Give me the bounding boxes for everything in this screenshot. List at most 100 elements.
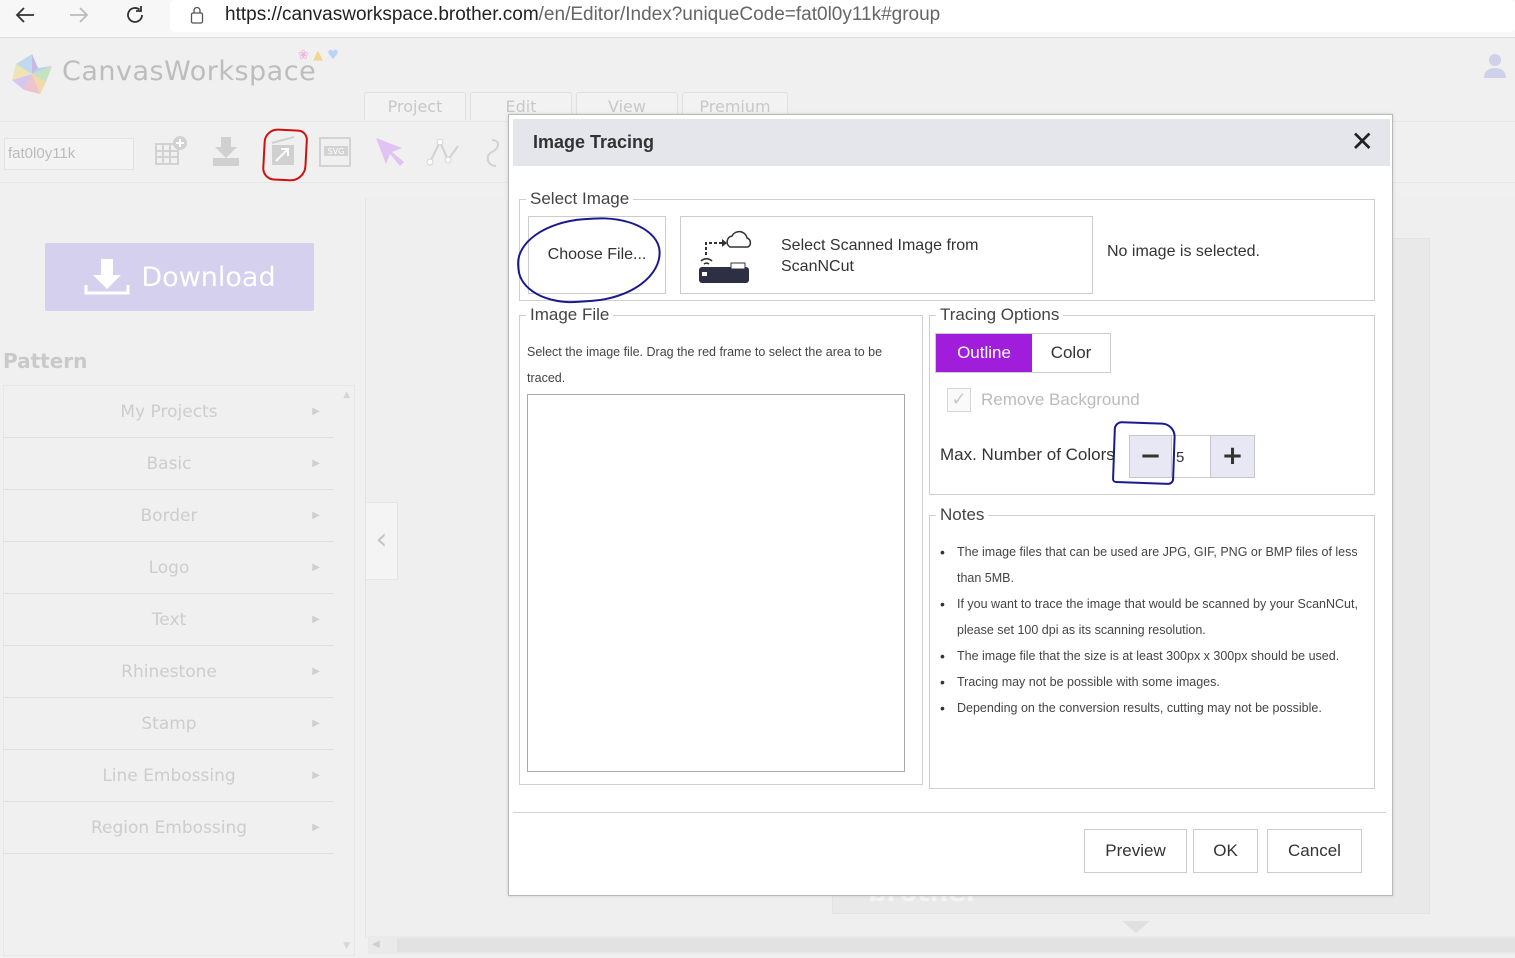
lock-icon: [190, 6, 204, 24]
notes-list: The image files that can be used are JPG…: [937, 539, 1367, 721]
note-item: Depending on the conversion results, cut…: [937, 695, 1367, 721]
browser-toolbar: https://canvasworkspace.brother.com/en/E…: [0, 0, 1515, 38]
canvasworkspace-logo-icon: [12, 54, 52, 94]
node-edit-icon[interactable]: [426, 134, 462, 170]
remove-background-label: Remove Background: [981, 390, 1140, 409]
cancel-button[interactable]: Cancel: [1267, 829, 1362, 873]
pattern-item-logo[interactable]: Logo ▶: [4, 542, 334, 594]
dialog-title: Image Tracing: [533, 132, 655, 152]
pattern-item-label: Rhinestone: [121, 662, 217, 682]
caret-right-icon: ▶: [312, 666, 320, 677]
tracing-options-legend: Tracing Options: [940, 305, 1060, 324]
user-account-icon[interactable]: [1482, 52, 1508, 78]
pattern-item-line-embossing[interactable]: Line Embossing ▶: [4, 750, 334, 802]
increment-colors-button[interactable]: +: [1210, 435, 1255, 478]
caret-right-icon: ▶: [312, 614, 320, 625]
image-preview-area[interactable]: [527, 394, 905, 772]
scroll-up-icon[interactable]: ▲: [343, 390, 350, 400]
notes-legend: Notes: [940, 505, 985, 524]
scroll-down-icon[interactable]: ▼: [343, 941, 350, 951]
caret-right-icon: ▶: [312, 406, 320, 417]
blue-annotation-box: [1111, 420, 1177, 486]
project-code-field[interactable]: fat0l0y11k: [4, 138, 134, 170]
address-bar[interactable]: https://canvasworkspace.brother.com/en/E…: [170, 0, 1515, 32]
mat-arrow-down-icon: [1122, 921, 1150, 933]
note-item: Tracing may not be possible with some im…: [937, 669, 1367, 695]
pattern-item-label: My Projects: [120, 402, 218, 422]
cake-icon: ▲: [313, 48, 324, 63]
pattern-item-stamp[interactable]: Stamp ▶: [4, 698, 334, 750]
arrow-left-icon: [15, 7, 34, 23]
pattern-heading: Pattern: [3, 349, 88, 373]
pattern-item-border[interactable]: Border ▶: [4, 490, 334, 542]
remove-background-checkbox[interactable]: ✓: [947, 388, 971, 412]
ok-button[interactable]: OK: [1193, 829, 1258, 873]
download-label: Download: [141, 261, 276, 293]
pattern-item-text[interactable]: Text ▶: [4, 594, 334, 646]
scrollbar-thumb[interactable]: [397, 938, 1515, 952]
note-item: If you want to trace the image that woul…: [937, 591, 1367, 643]
note-item: The image file that the size is at least…: [937, 643, 1367, 669]
collapse-sidebar-button[interactable]: ‹: [366, 502, 398, 580]
caret-right-icon: ▶: [312, 458, 320, 469]
plus-icon: +: [1221, 441, 1244, 471]
preview-button[interactable]: Preview: [1084, 829, 1187, 873]
close-icon: ✕: [1350, 125, 1374, 158]
caret-right-icon: ▶: [312, 562, 320, 573]
image-file-legend: Image File: [530, 305, 610, 324]
download-button[interactable]: Download: [45, 243, 314, 311]
scanncut-label: Select Scanned Image from ScanNCut: [781, 237, 979, 275]
pattern-item-label: Stamp: [141, 714, 197, 734]
arrow-right-icon: [70, 7, 89, 23]
caret-right-icon: ▶: [312, 822, 320, 833]
tracing-mode-toggle: Outline Color: [935, 333, 1111, 373]
pattern-item-region-embossing[interactable]: Region Embossing ▶: [4, 802, 334, 854]
select-image-legend: Select Image: [530, 189, 630, 208]
max-colors-input[interactable]: 5: [1172, 435, 1210, 478]
note-item: The image files that can be used are JPG…: [937, 539, 1367, 591]
image-file-instructions: Select the image file. Drag the red fram…: [527, 345, 883, 385]
pattern-item-my-projects[interactable]: My Projects ▶: [4, 386, 334, 438]
mode-outline-button[interactable]: Outline: [936, 334, 1032, 372]
brand-decoration: ❀ ▲ ♥: [298, 48, 339, 63]
pattern-item-label: Logo: [148, 558, 190, 578]
image-status-text: No image is selected.: [1107, 243, 1260, 260]
svg-text:SVG: SVG: [328, 147, 345, 156]
mode-color-button[interactable]: Color: [1032, 334, 1110, 372]
caret-right-icon: ▶: [312, 718, 320, 729]
dialog-header: Image Tracing ✕: [513, 119, 1390, 166]
select-scanncut-image-button[interactable]: Select Scanned Image from ScanNCut: [680, 216, 1093, 294]
tab-project[interactable]: Project: [364, 92, 466, 120]
flower-icon: ❀: [298, 48, 309, 63]
svg-icon[interactable]: SVG: [318, 134, 354, 170]
divider: [513, 812, 1386, 813]
checkmark-icon: ✓: [951, 389, 967, 410]
forward-button[interactable]: [64, 4, 94, 32]
max-colors-label: Max. Number of Colors: [940, 445, 1115, 464]
caret-right-icon: ▶: [312, 770, 320, 781]
heart-icon: ♥: [327, 48, 339, 63]
pattern-item-label: Text: [151, 610, 187, 630]
reload-button[interactable]: [120, 4, 150, 32]
caret-right-icon: ▶: [312, 510, 320, 521]
pattern-item-label: Border: [140, 506, 198, 526]
scroll-left-icon[interactable]: ◀: [372, 936, 380, 954]
brand-name: CanvasWorkspace: [62, 56, 317, 87]
red-annotation-circle: [261, 127, 309, 183]
pattern-item-label: Line Embossing: [102, 766, 236, 786]
pattern-item-label: Basic: [146, 454, 192, 474]
close-button[interactable]: ✕: [1351, 127, 1374, 157]
import-icon[interactable]: [208, 134, 244, 170]
image-tracing-dialog: Image Tracing ✕ Select Image Choose File…: [508, 114, 1393, 896]
pattern-item-rhinestone[interactable]: Rhinestone ▶: [4, 646, 334, 698]
pattern-item-label: Region Embossing: [90, 818, 248, 838]
download-icon: [84, 259, 130, 295]
chevron-left-icon: ‹: [375, 522, 388, 557]
scanncut-cloud-icon: [699, 230, 752, 283]
url-text: https://canvasworkspace.brother.com/en/E…: [225, 4, 941, 25]
select-arrow-icon[interactable]: [372, 134, 408, 170]
pattern-item-basic[interactable]: Basic ▶: [4, 438, 334, 490]
pattern-category-list: My Projects ▶ Basic ▶ Border ▶ Logo ▶ Text ▶ …: [3, 385, 355, 956]
back-button[interactable]: [10, 4, 40, 32]
add-grid-icon[interactable]: [153, 134, 189, 170]
